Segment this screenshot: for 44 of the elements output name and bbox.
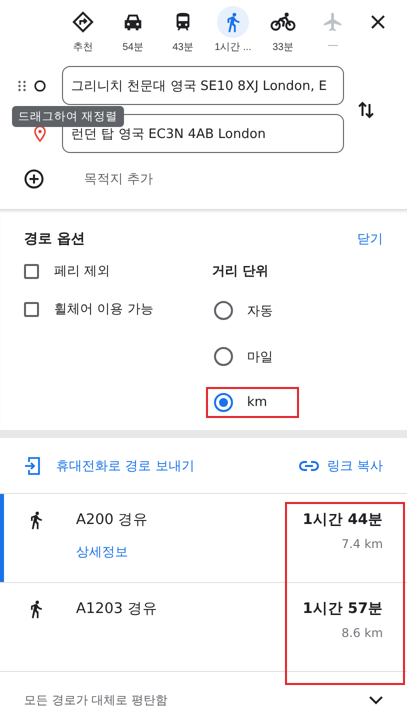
copy-link-button[interactable]: 링크 복사 xyxy=(298,457,383,475)
link-icon xyxy=(298,460,319,472)
radio-option[interactable]: 마일 xyxy=(206,341,281,372)
airplane-icon xyxy=(322,11,344,33)
route-duration: 1시간 44분 xyxy=(302,511,383,529)
route-option[interactable]: A1203 경유 1시간 57분 8.6 km xyxy=(0,583,407,672)
route-distance: 8.6 km xyxy=(341,626,383,640)
close-link[interactable]: 닫기 xyxy=(357,230,383,248)
send-to-phone-link[interactable]: 휴대전화로 경로 보내기 xyxy=(24,456,194,476)
travel-mode-tab[interactable]: 추천 xyxy=(58,6,108,54)
radio-button[interactable] xyxy=(214,301,233,320)
options-title: 경로 옵션 xyxy=(24,230,85,248)
bicycle-icon xyxy=(270,11,296,33)
close-icon xyxy=(370,14,386,30)
details-link[interactable]: 상세정보 xyxy=(76,543,303,561)
drag-handle-icon[interactable] xyxy=(18,80,26,92)
travel-mode-tab[interactable]: 33분 xyxy=(258,6,308,54)
route-name: A1203 경유 xyxy=(76,600,158,618)
units-title: 거리 단위 xyxy=(212,263,270,280)
travel-mode-tab[interactable]: 1시간 ... xyxy=(208,6,258,54)
location-pin-icon xyxy=(34,126,46,142)
route-distance: 7.4 km xyxy=(341,537,383,551)
phone-arrow-icon xyxy=(24,456,42,476)
route-duration: 1시간 57분 xyxy=(302,600,383,618)
checkbox[interactable] xyxy=(24,264,39,278)
checkbox[interactable] xyxy=(24,302,39,316)
swap-arrows-icon xyxy=(358,100,374,118)
travel-mode-tab[interactable]: 43분 xyxy=(158,6,208,54)
terrain-note: 모든 경로가 대체로 평탄함 xyxy=(24,692,168,709)
radio-button[interactable] xyxy=(214,393,233,412)
expand-button[interactable] xyxy=(369,696,383,705)
checkbox-option[interactable]: 페리 제외 xyxy=(24,262,212,280)
add-destination-button[interactable]: 목적지 추가 xyxy=(0,153,154,189)
radio-option[interactable]: km xyxy=(206,387,300,418)
diamond-turn-icon xyxy=(72,11,94,33)
chevron-down-icon xyxy=(369,696,383,705)
add-circle-icon xyxy=(24,169,44,189)
route-name: A200 경유 xyxy=(76,511,150,529)
tooltip: 드래그하여 재정렬 xyxy=(12,106,124,127)
origin-circle-icon xyxy=(34,80,46,92)
route-option[interactable]: A200 경유 상세정보 1시간 44분 7.4 km xyxy=(0,494,407,583)
location-input[interactable]: 그리니치 천문대 영국 SE10 8XJ London, E xyxy=(62,66,344,105)
radio-button[interactable] xyxy=(214,347,233,366)
travel-mode-tab[interactable]: 54분 xyxy=(108,6,158,54)
